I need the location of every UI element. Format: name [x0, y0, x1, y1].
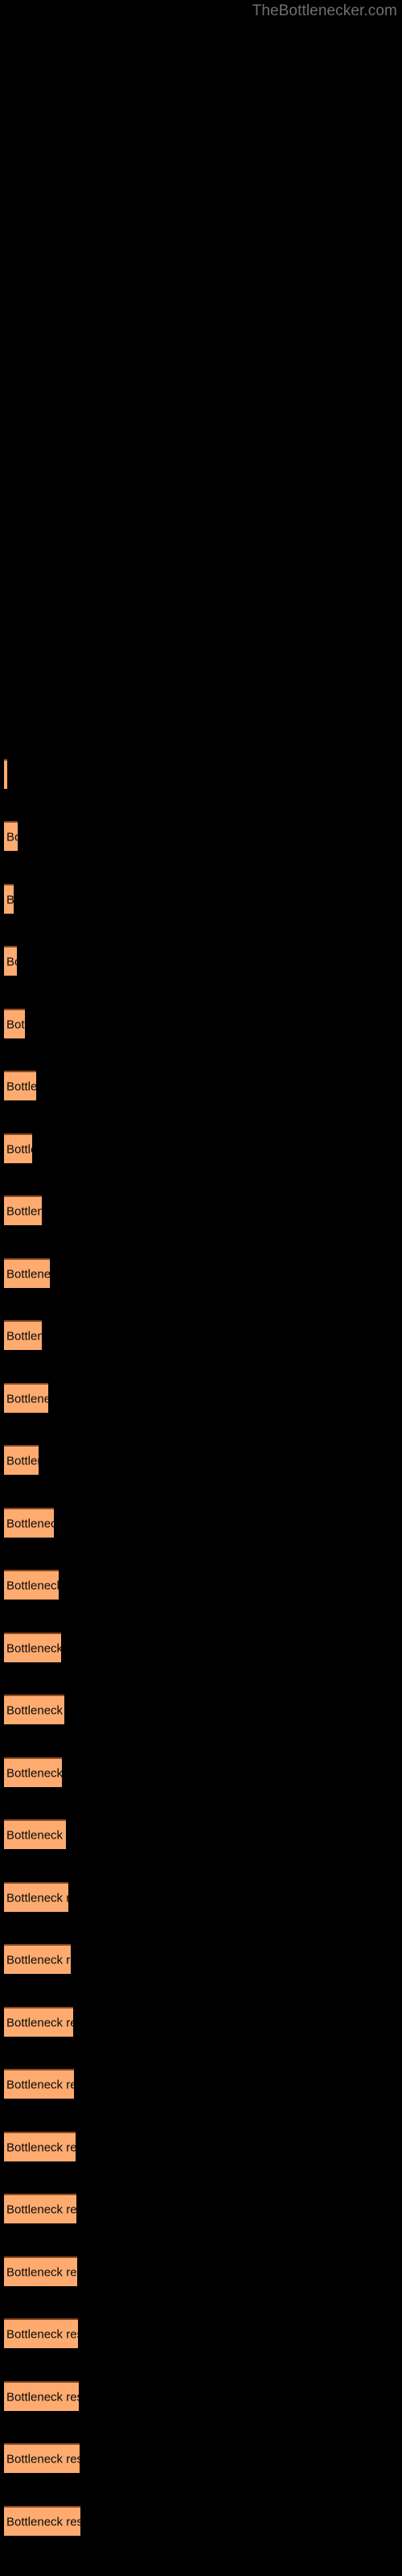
- bar-label: Bottleneck result: [6, 2327, 78, 2341]
- chart-bar[interactable]: Bottleneck result: [4, 759, 7, 789]
- bar-label: Bottleneck result: [6, 1766, 62, 1780]
- bar-label: Bottleneck result: [6, 1953, 71, 1967]
- chart-bar[interactable]: Bottleneck result: [4, 1258, 50, 1288]
- bar-row: Bottleneck result: [0, 2132, 402, 2164]
- chart-bar[interactable]: Bottleneck result: [4, 1757, 62, 1787]
- chart-bar[interactable]: Bottleneck result: [4, 1071, 36, 1100]
- chart-bar[interactable]: Bottleneck result: [4, 884, 14, 914]
- chart-bar[interactable]: Bottleneck result: [4, 1695, 64, 1724]
- bar-row: Bottleneck result: [0, 2506, 402, 2538]
- bar-label: Bottleneck result: [6, 2265, 77, 2279]
- page-root: TheBottlenecker.com Bottleneck resultBot…: [0, 0, 402, 2576]
- bar-label: Bottleneck result: [6, 1454, 39, 1468]
- bar-row: Bottleneck result: [0, 884, 402, 916]
- bar-row: Bottleneck result: [0, 1383, 402, 1415]
- bar-label: Bottleneck result: [6, 830, 18, 844]
- chart-bar[interactable]: Bottleneck result: [4, 1508, 54, 1538]
- bar-label: Bottleneck result: [6, 768, 7, 782]
- chart-bar[interactable]: Bottleneck result: [4, 821, 18, 851]
- bar-row: Bottleneck result: [0, 821, 402, 853]
- bar-row: Bottleneck result: [0, 1133, 402, 1166]
- bar-row: Bottleneck result: [0, 1009, 402, 1041]
- bar-label: Bottleneck result: [6, 2078, 74, 2091]
- bar-row: Bottleneck result: [0, 2256, 402, 2289]
- chart-bar[interactable]: Bottleneck result: [4, 2007, 73, 2037]
- bar-row: Bottleneck result: [0, 1071, 402, 1103]
- bar-label: Bottleneck result: [6, 2390, 79, 2404]
- chart-bar[interactable]: Bottleneck result: [4, 1633, 61, 1662]
- chart-bar[interactable]: Bottleneck result: [4, 2256, 77, 2286]
- bar-row: Bottleneck result: [0, 759, 402, 791]
- chart-bar[interactable]: Bottleneck result: [4, 1944, 71, 1974]
- bar-row: Bottleneck result: [0, 2318, 402, 2351]
- bottleneck-bar-chart: Bottleneck result Bottleneck result Bottle…: [0, 0, 402, 2576]
- bar-label: Bottleneck result: [6, 955, 17, 968]
- bar-label: Bottleneck result: [6, 2515, 80, 2529]
- bar-label: Bottleneck result: [6, 893, 14, 906]
- chart-bar[interactable]: Bottleneck result: [4, 1009, 25, 1038]
- chart-bar[interactable]: Bottleneck result: [4, 2194, 76, 2223]
- chart-bar[interactable]: Bottleneck result: [4, 2443, 80, 2473]
- bar-row: Bottleneck result: [0, 1819, 402, 1852]
- bar-row: Bottleneck result: [0, 2443, 402, 2475]
- bar-row: Bottleneck result: [0, 2381, 402, 2413]
- bar-row: Bottleneck result: [0, 1882, 402, 1914]
- bar-row: Bottleneck result: [0, 1695, 402, 1727]
- bar-row: Bottleneck result: [0, 1258, 402, 1290]
- bar-label: Bottleneck result: [6, 1267, 50, 1281]
- bar-row: Bottleneck result: [0, 1508, 402, 1540]
- bar-row: Bottleneck result: [0, 1445, 402, 1477]
- bar-row: Bottleneck result: [0, 2194, 402, 2226]
- bar-label: Bottleneck result: [6, 2140, 76, 2154]
- bar-label: Bottleneck result: [6, 1204, 42, 1218]
- bar-row: Bottleneck result: [0, 1320, 402, 1352]
- bar-row: Bottleneck result: [0, 1757, 402, 1790]
- bar-row: Bottleneck result: [0, 1570, 402, 1602]
- bar-label: Bottleneck result: [6, 1828, 66, 1842]
- bar-row: Bottleneck result: [0, 2007, 402, 2039]
- bar-label: Bottleneck result: [6, 1641, 61, 1655]
- chart-bar[interactable]: Bottleneck result: [4, 2318, 78, 2348]
- chart-bar[interactable]: Bottleneck result: [4, 1383, 48, 1413]
- chart-bar[interactable]: Bottleneck result: [4, 2506, 80, 2536]
- chart-bar[interactable]: Bottleneck result: [4, 1445, 39, 1475]
- bar-label: Bottleneck result: [6, 1329, 42, 1343]
- bar-label: Bottleneck result: [6, 2016, 73, 2029]
- chart-bar[interactable]: Bottleneck result: [4, 1133, 32, 1163]
- bar-row: Bottleneck result: [0, 1944, 402, 1976]
- bar-label: Bottleneck result: [6, 1080, 36, 1093]
- chart-bar[interactable]: Bottleneck result: [4, 2381, 79, 2411]
- bar-label: Bottleneck result: [6, 1018, 25, 1031]
- bar-row: Bottleneck result: [0, 1195, 402, 1228]
- chart-bar[interactable]: Bottleneck result: [4, 2069, 74, 2099]
- bar-label: Bottleneck result: [6, 1703, 64, 1717]
- chart-bar[interactable]: Bottleneck result: [4, 1819, 66, 1849]
- bar-label: Bottleneck result: [6, 1579, 59, 1592]
- chart-bar[interactable]: Bottleneck result: [4, 1570, 59, 1600]
- bar-row: Bottleneck result: [0, 2069, 402, 2101]
- bar-label: Bottleneck result: [6, 1392, 48, 1406]
- bar-label: Bottleneck result: [6, 1142, 32, 1156]
- chart-bar[interactable]: Bottleneck result: [4, 2132, 76, 2161]
- chart-bar[interactable]: Bottleneck result: [4, 1195, 42, 1225]
- bar-label: Bottleneck result: [6, 2202, 76, 2216]
- chart-bar[interactable]: Bottleneck result: [4, 946, 17, 976]
- bar-label: Bottleneck result: [6, 2452, 80, 2466]
- bar-row: Bottleneck result: [0, 946, 402, 978]
- chart-bar[interactable]: Bottleneck result: [4, 1882, 68, 1912]
- bar-label: Bottleneck result: [6, 1517, 54, 1530]
- bar-row: Bottleneck result: [0, 1633, 402, 1665]
- chart-bar[interactable]: Bottleneck result: [4, 1320, 42, 1350]
- bar-label: Bottleneck result: [6, 1891, 68, 1905]
